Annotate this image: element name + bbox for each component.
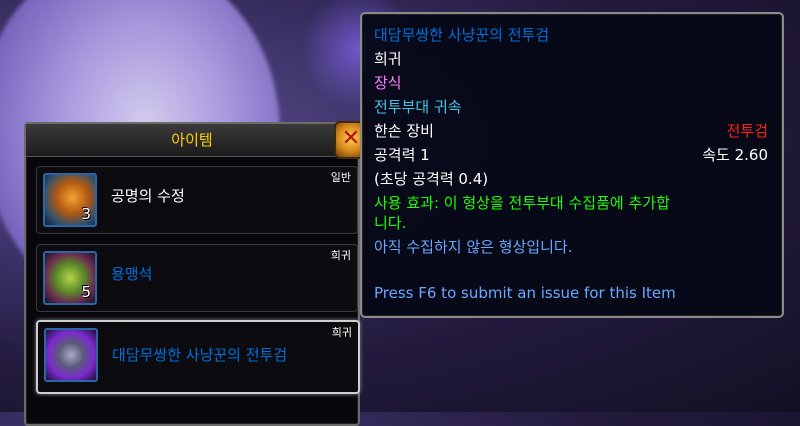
item-name: 공명의 수정 bbox=[111, 187, 185, 205]
tooltip-use-effect-cont: 니다. bbox=[374, 214, 407, 232]
tooltip-slot: 한손 장비 bbox=[374, 122, 434, 140]
item-rarity: 일반 bbox=[330, 171, 351, 184]
item-count: 3 bbox=[81, 205, 91, 223]
tooltip-weapon-type: 전투검 bbox=[726, 122, 768, 140]
list-item[interactable]: 3 공명의 수정 일반 bbox=[36, 166, 358, 234]
item-name: 용맹석 bbox=[111, 265, 153, 283]
tooltip-damage: 공격력 1 bbox=[374, 146, 430, 164]
item-count: 5 bbox=[81, 283, 91, 301]
warglaive-icon bbox=[44, 328, 98, 382]
tooltip-type: 장식 bbox=[374, 74, 402, 92]
tooltip-quality: 희귀 bbox=[374, 50, 402, 68]
crystal-icon: 3 bbox=[43, 173, 97, 227]
stone-icon: 5 bbox=[43, 251, 97, 305]
tooltip-submit-hint: Press F6 to submit an issue for this Ite… bbox=[374, 284, 676, 302]
tooltip-collection-note: 아직 수집하지 않은 형상입니다. bbox=[374, 238, 573, 256]
item-rarity: 희귀 bbox=[330, 249, 351, 262]
item-tooltip: 대담무쌍한 사냥꾼의 전투검 희귀 장식 전투부대 귀속 한손 장비 전투검 공… bbox=[360, 12, 784, 318]
tooltip-dps: (초당 공격력 0.4) bbox=[374, 170, 489, 188]
list-item-selected[interactable]: 대담무쌍한 사냥꾼의 전투검 희귀 bbox=[36, 320, 360, 394]
item-name: 대담무쌍한 사냥꾼의 전투검 bbox=[112, 346, 288, 364]
panel-title: 아이템 bbox=[26, 124, 358, 157]
tooltip-binding: 전투부대 귀속 bbox=[374, 98, 462, 116]
item-rarity: 희귀 bbox=[331, 326, 352, 339]
item-panel: 아이템 3 공명의 수정 일반 5 용맹석 희귀 대담무쌍한 사냥꾼의 전투검 … bbox=[24, 122, 360, 426]
tooltip-item-name: 대담무쌍한 사냥꾼의 전투검 bbox=[374, 26, 550, 44]
close-icon: ✕ bbox=[341, 126, 361, 151]
list-item[interactable]: 5 용맹석 희귀 bbox=[36, 244, 358, 312]
tooltip-use-effect: 사용 효과: 이 형상을 전투부대 수집품에 추가합 bbox=[374, 194, 670, 212]
tooltip-speed: 속도 2.60 bbox=[702, 146, 768, 164]
